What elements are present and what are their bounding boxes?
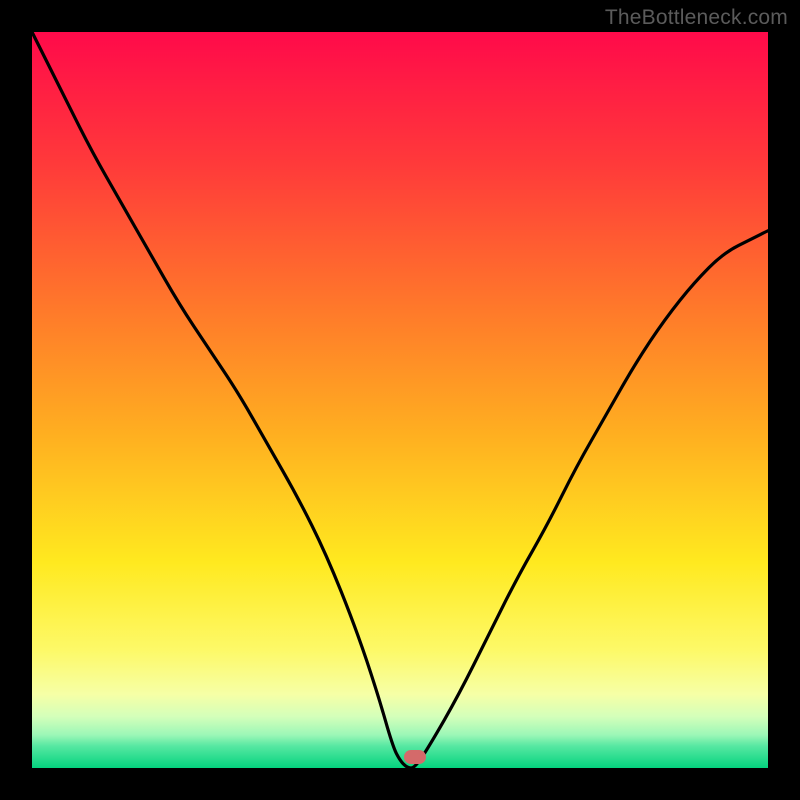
chart-frame: TheBottleneck.com [0, 0, 800, 800]
plot-area [32, 32, 768, 768]
watermark-text: TheBottleneck.com [605, 6, 788, 30]
